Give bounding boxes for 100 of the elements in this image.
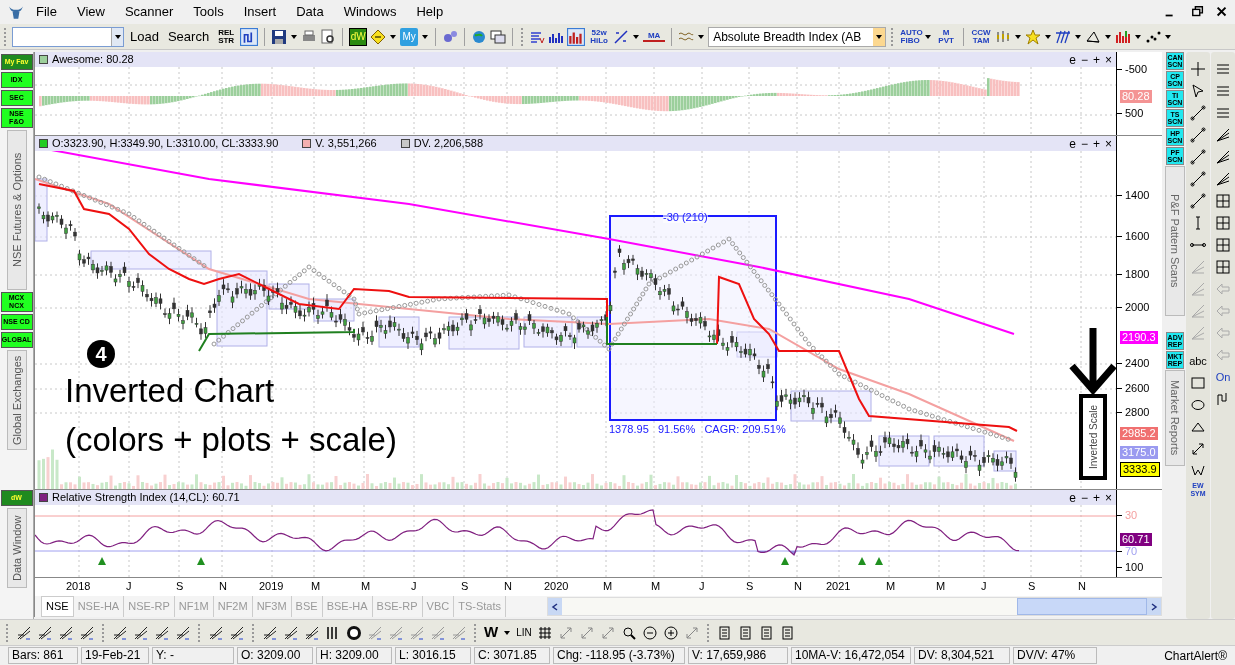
axis-label: 30 [1125,510,1138,521]
search-button[interactable]: Search [164,26,213,47]
status-field: DV: 8,304,521 [914,647,1010,664]
vertical-tab[interactable]: Market Reports [1165,370,1185,466]
status-field: O: 3209.00 [237,647,313,664]
on-toggle[interactable]: On [1215,366,1231,388]
status-field: V: 17,659,986 [688,647,788,664]
symbol-tab[interactable]: NSE [41,596,74,617]
text-tool[interactable]: abc [1189,350,1207,372]
box-label: -30 (210) [663,212,708,223]
pane-control[interactable]: e [1069,491,1076,504]
axis-label: 500 [1125,108,1144,119]
status-field: 10MA-V: 16,472,054 [791,647,911,664]
status-field: L: 3016.15 [395,647,471,664]
menu-item[interactable]: File [26,2,67,22]
pane-control[interactable]: − [1080,137,1088,150]
data-window-button[interactable]: dW [349,27,368,46]
axis-label: 2000 [1125,302,1150,313]
menu-item[interactable]: Scanner [114,2,184,22]
axis-label: M [651,581,661,592]
axis-label: 1600 [1125,231,1150,242]
menu-item[interactable]: Windows [333,2,407,22]
axis-label: M [311,581,321,592]
pane-control[interactable]: e [1069,137,1076,150]
annotation-subtitle: (colors + plots + scale) [65,421,397,459]
axis-label: N [219,581,227,592]
vertical-tab[interactable]: P&F Pattern Scans [1165,166,1185,316]
legend-text: V. 3,551,266 [315,136,377,152]
status-field: Chg: -118.95 (-3.73%) [553,647,685,664]
auto-fibo-button[interactable]: AUTO FIBO [899,28,922,45]
indicator-dropdown[interactable]: Absolute Breadth Index (AB [708,26,887,47]
moving-average-button[interactable]: MA [643,31,666,42]
menu-item[interactable]: View [66,2,115,22]
scale-note: Inverted Scale [1079,394,1107,480]
pane-control[interactable]: + [1092,137,1100,150]
axis-label: S [176,581,184,592]
brand-label: ChartAlert® [1164,647,1227,665]
axis-label: 2019 [259,581,284,592]
number-badge: 4 [87,340,115,368]
axis-label: 70 [1125,546,1138,557]
axis-label: N [1078,581,1086,592]
pane-control[interactable]: e [1069,53,1076,66]
value-tag: 3333.9 [1120,462,1160,477]
axis-label: 2020 [544,581,569,592]
pane-control[interactable]: × [1105,137,1112,150]
pane-control[interactable]: + [1092,491,1100,504]
linear-scale-button[interactable]: LIN [516,625,532,640]
box-stats: 1378.95 91.56% CAGR: 209.51% [609,424,786,435]
annotation-title: Inverted Chart [65,372,275,410]
legend-text: O:3323.90, H:3349.90, L:3310.00, CL:3333.90 [52,136,279,152]
value-tag: 2985.2 [1120,427,1158,440]
status-field: Y: - [152,647,234,664]
value-tag: 60.71 [1120,533,1152,546]
load-button[interactable]: Load [127,26,162,47]
axis-label: 2018 [66,581,91,592]
axis-label: M [603,581,613,592]
axis-label: S [461,581,469,592]
axis-label: J [699,581,705,592]
status-field: DV/V: 47% [1013,647,1097,664]
menu-item[interactable]: Tools [183,2,234,22]
status-field: C: 3071.85 [474,647,550,664]
legend-text: Relative Strength Index (14,CL): 60.71 [52,490,241,506]
relative-strength-button[interactable]: REL STR [215,28,238,45]
hilo-button[interactable]: 52w HiLo [588,28,611,45]
pivot-button[interactable]: M PVT [935,28,958,45]
pane-control[interactable]: × [1105,491,1112,504]
vertical-tab[interactable]: Global Exchanges [6,350,27,450]
axis-label: J [981,581,987,592]
axis-label: N [794,581,802,592]
axis-label: 1800 [1125,269,1150,280]
pane-control[interactable]: + [1092,53,1100,66]
value-tag: 80.28 [1120,90,1152,103]
axis-label: N [504,581,512,592]
axis-label: M [936,581,946,592]
axis-label: J [126,581,132,592]
axis-label: M [361,581,371,592]
menu-item[interactable]: Help [406,2,454,22]
axis-label: 2600 [1125,383,1150,394]
pane-control[interactable]: − [1080,53,1088,66]
axis-label: 2400 [1125,358,1150,369]
axis-label: -500 [1125,64,1148,75]
menu-item[interactable]: Data [286,2,334,22]
vertical-tab[interactable]: Data Window [6,508,27,588]
axis-label: 100 [1125,562,1144,573]
legend-text: Awesome: 80.28 [52,52,135,68]
status-field: 19-Feb-21 [81,647,149,664]
axis-label: S [1028,581,1036,592]
axis-label: 1400 [1125,190,1150,201]
axis-label: J [411,581,417,592]
pane-control[interactable]: − [1080,491,1088,504]
axis-label: 2800 [1125,407,1150,418]
ccw-tam-button[interactable]: CCW TAM [970,28,993,45]
axis-label: S [746,581,754,592]
weekly-button[interactable]: W [484,621,499,644]
axis-label: M [886,581,896,592]
vertical-tab[interactable]: NSE Futures & Options [6,130,27,290]
value-tag: 2190.3 [1120,331,1158,344]
pane-control[interactable]: × [1105,53,1112,66]
legend-text: DV. 2,206,588 [413,136,483,152]
menu-item[interactable]: Insert [233,2,287,22]
